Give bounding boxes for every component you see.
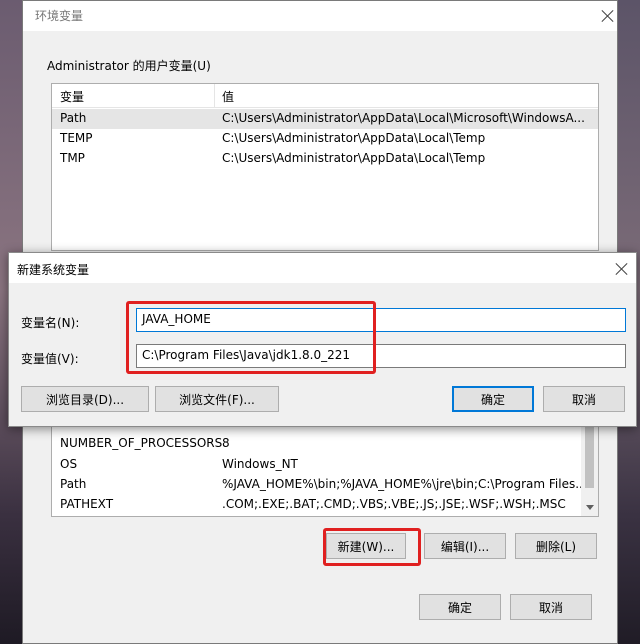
user-var-row[interactable]: TEMP C:\Users\Administrator\AppData\Loca… xyxy=(52,129,598,149)
variable-value-label: 变量值(V): xyxy=(21,352,79,366)
var-name: OS xyxy=(60,457,78,471)
delete-variable-button[interactable]: 删除(L) xyxy=(515,533,597,559)
dialog-close-icon[interactable] xyxy=(615,262,629,276)
var-value: C:\Users\Administrator\AppData\Local\Mic… xyxy=(222,111,585,125)
var-value: C:\Users\Administrator\AppData\Local\Tem… xyxy=(222,131,486,145)
dialog-titlebar: 新建系统变量 xyxy=(9,253,636,283)
env-close-icon[interactable] xyxy=(601,9,615,23)
dialog-cancel-button[interactable]: 取消 xyxy=(543,386,625,412)
user-vars-group-label: Administrator 的用户变量(U) xyxy=(47,59,211,73)
user-var-row[interactable]: Path C:\Users\Administrator\AppData\Loca… xyxy=(52,109,598,129)
user-vars-header: 变量 值 xyxy=(52,84,598,108)
var-value: Windows_NT xyxy=(222,457,298,471)
var-name: Path xyxy=(60,477,87,491)
col-header-value[interactable]: 值 xyxy=(222,88,234,105)
var-name: NUMBER_OF_PROCESSORS xyxy=(60,436,223,450)
highlight-new-button xyxy=(323,528,421,566)
system-var-row[interactable]: OS Windows_NT xyxy=(52,455,598,475)
env-titlebar: 环境变量 xyxy=(23,1,617,31)
var-name: Path xyxy=(60,111,87,125)
var-value: .COM;.EXE;.BAT;.CMD;.VBS;.VBE;.JS;.JSE;.… xyxy=(222,497,566,511)
var-value: 8 xyxy=(222,436,230,450)
system-var-row[interactable]: Path %JAVA_HOME%\bin;%JAVA_HOME%\jre\bin… xyxy=(52,475,598,495)
scroll-down-icon[interactable] xyxy=(586,505,594,510)
browse-file-button[interactable]: 浏览文件(F)... xyxy=(155,386,279,412)
highlight-inputs xyxy=(126,301,376,374)
env-cancel-button[interactable]: 取消 xyxy=(510,594,592,620)
env-ok-button[interactable]: 确定 xyxy=(419,594,501,620)
var-value: %JAVA_HOME%\bin;%JAVA_HOME%\jre\bin;C:\P… xyxy=(222,477,587,491)
var-name: TMP xyxy=(60,151,85,165)
var-value: C:\Users\Administrator\AppData\Local\Tem… xyxy=(222,151,486,165)
var-name: TEMP xyxy=(60,131,93,145)
var-name: PATHEXT xyxy=(60,497,114,511)
user-vars-list[interactable]: 变量 值 Path C:\Users\Administrator\AppData… xyxy=(51,83,599,251)
user-var-row[interactable]: TMP C:\Users\Administrator\AppData\Local… xyxy=(52,149,598,169)
new-system-variable-dialog: 新建系统变量 变量名(N): JAVA_HOME 变量值(V): C:\Prog… xyxy=(8,252,637,427)
env-window-title: 环境变量 xyxy=(35,9,84,23)
dialog-ok-button[interactable]: 确定 xyxy=(452,386,534,412)
browse-directory-button[interactable]: 浏览目录(D)... xyxy=(21,386,149,412)
scroll-thumb[interactable] xyxy=(585,420,594,488)
dialog-title: 新建系统变量 xyxy=(17,263,90,277)
variable-name-label: 变量名(N): xyxy=(21,316,80,330)
system-var-row[interactable]: NUMBER_OF_PROCESSORS 8 xyxy=(52,434,598,454)
system-var-row[interactable]: PATHEXT .COM;.EXE;.BAT;.CMD;.VBS;.VBE;.J… xyxy=(52,495,598,515)
edit-variable-button[interactable]: 编辑(I)... xyxy=(424,533,506,559)
column-divider[interactable] xyxy=(214,84,215,108)
col-header-name[interactable]: 变量 xyxy=(60,88,84,105)
